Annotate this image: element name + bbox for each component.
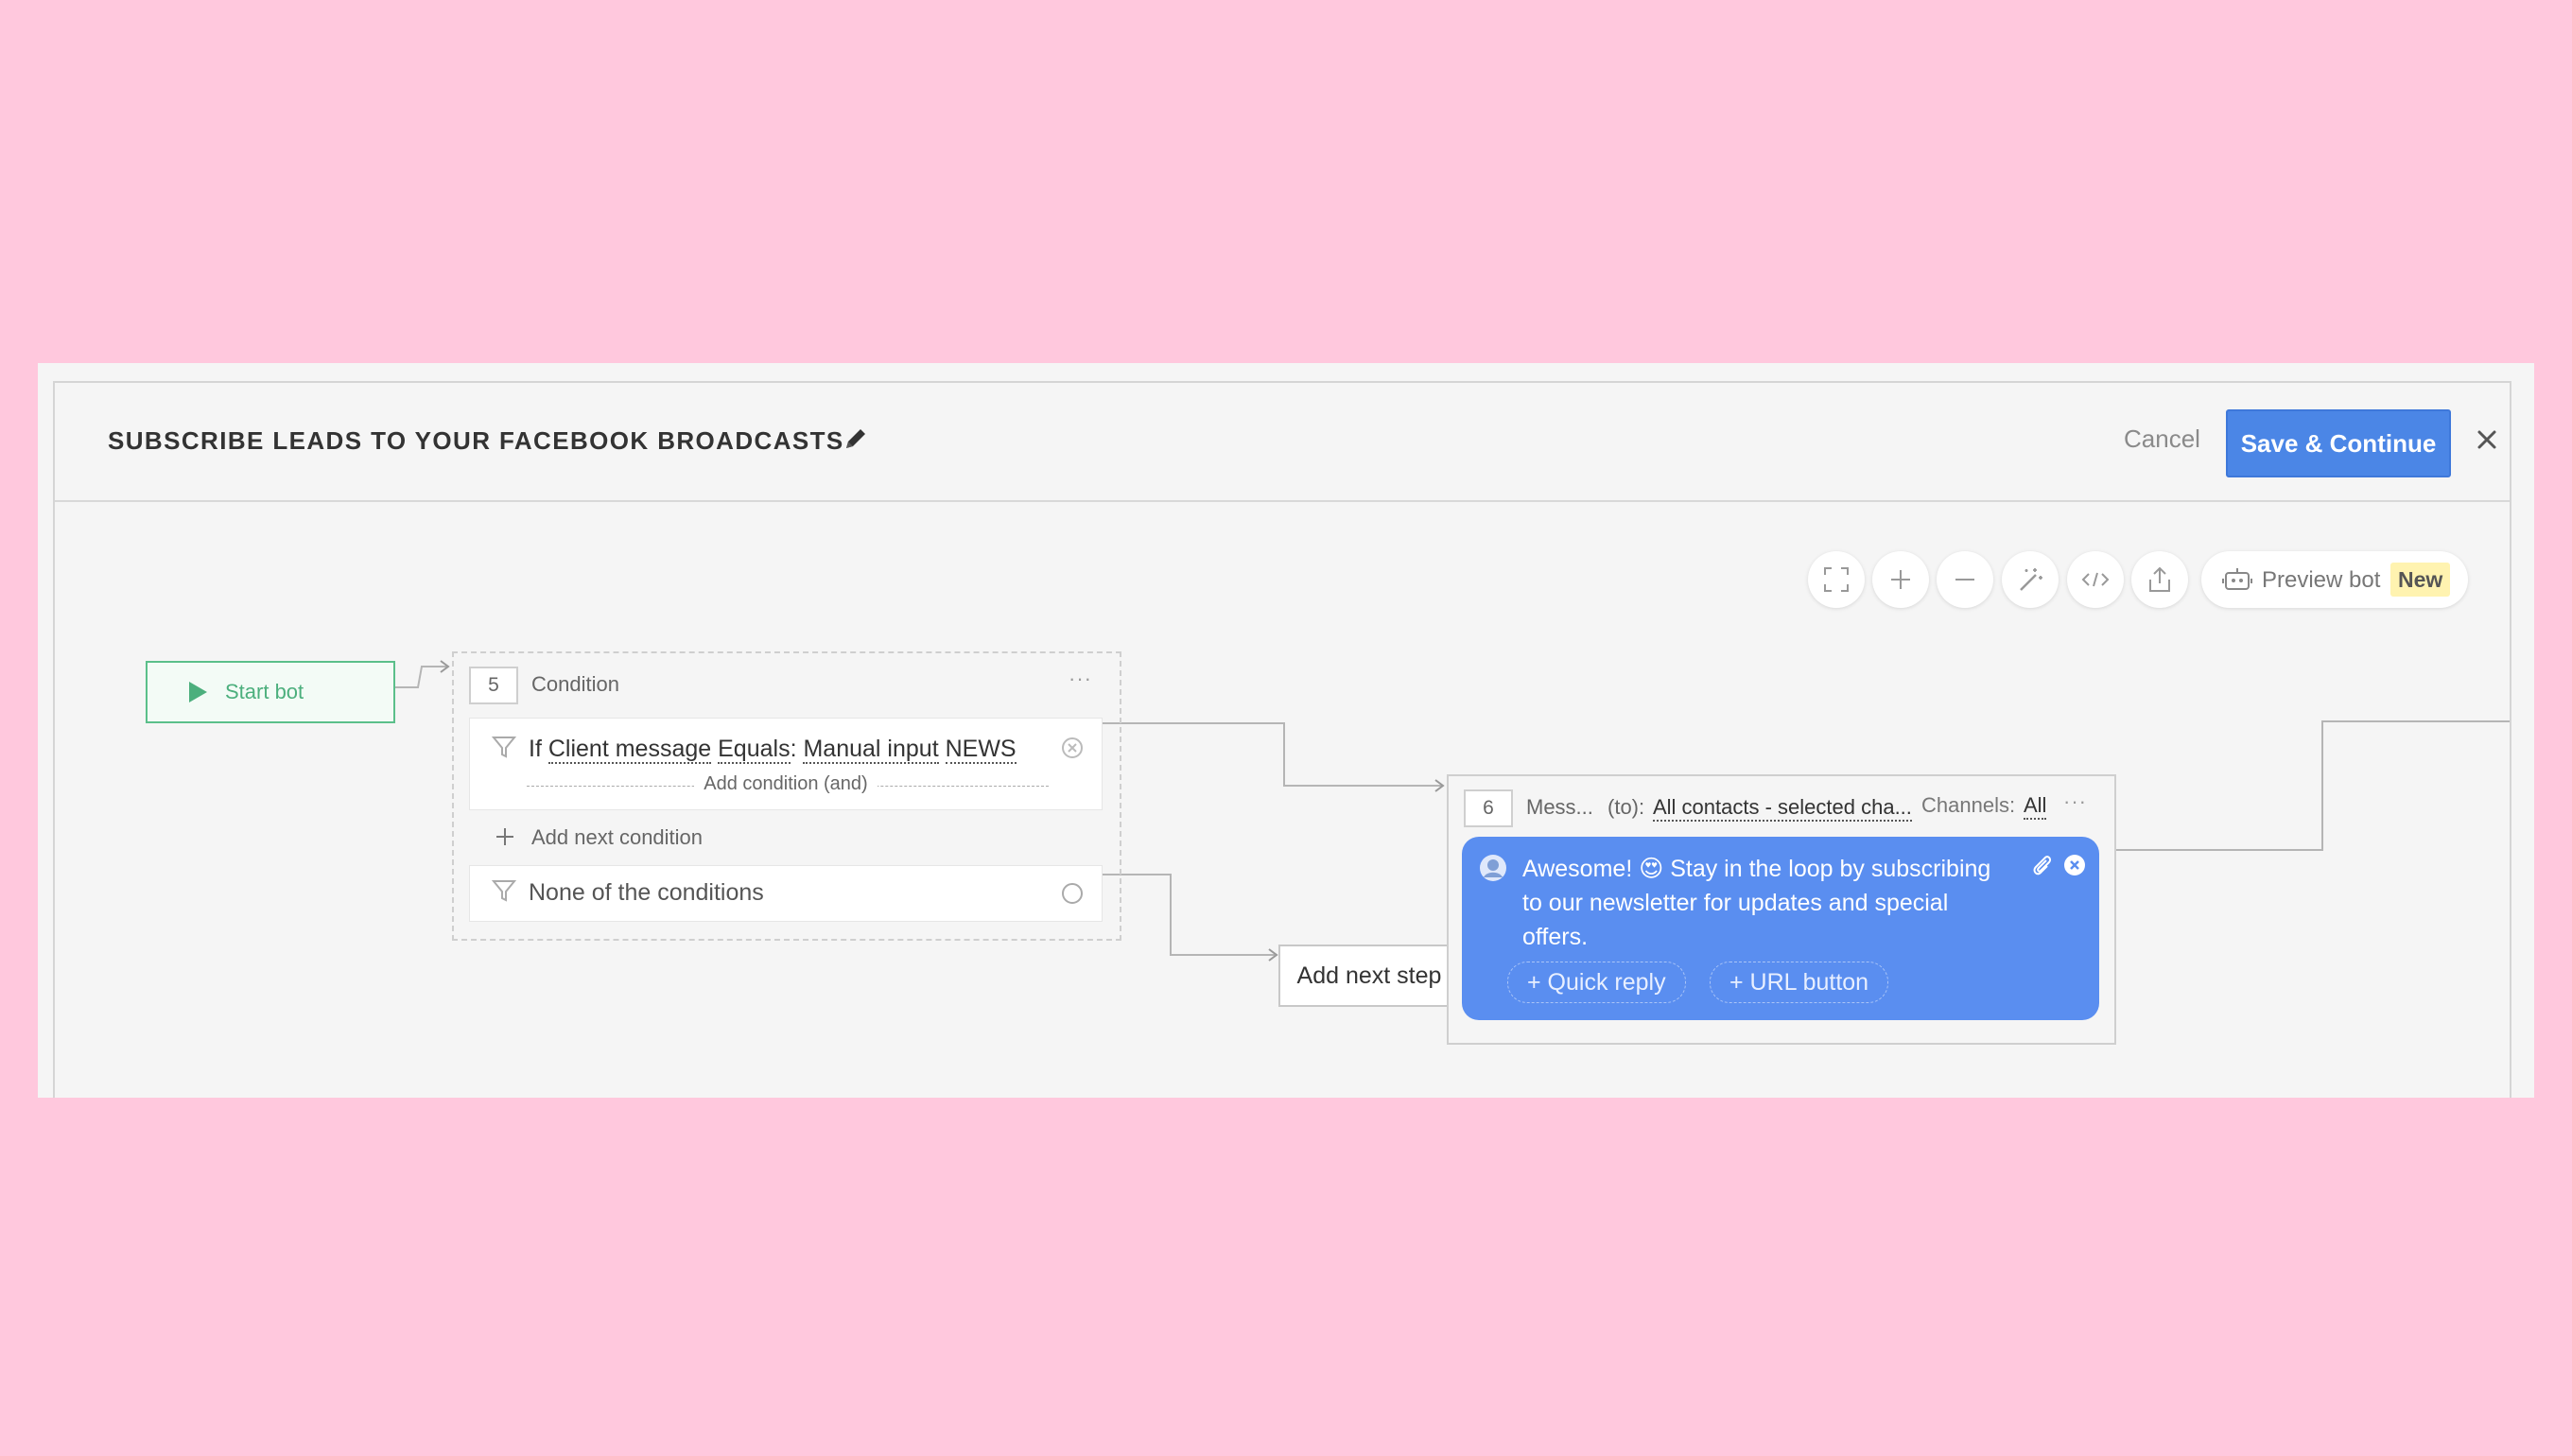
rule-prefix: If	[529, 736, 542, 762]
step-number: 6	[1464, 789, 1513, 827]
share-icon	[2149, 566, 2170, 592]
plus-icon	[496, 828, 513, 845]
auto-arrange-button[interactable]	[2002, 551, 2059, 608]
add-next-condition-link[interactable]: Add next condition	[531, 825, 703, 850]
remove-message-icon[interactable]	[2061, 852, 2088, 878]
quick-reply-button[interactable]: + Quick reply	[1507, 962, 1686, 1003]
preview-bot-label: Preview bot	[2262, 567, 2381, 593]
message-bubble[interactable]: Awesome! 😍 Stay in the loop by subscribi…	[1462, 837, 2099, 1020]
rule-operator[interactable]: Equals	[718, 736, 791, 764]
play-icon	[189, 682, 207, 702]
output-port-icon[interactable]	[1060, 881, 1085, 906]
remove-condition-icon[interactable]	[1060, 736, 1085, 760]
condition-rule[interactable]: If Client message Equals: Manual input N…	[529, 736, 1017, 764]
add-condition-and-link[interactable]: Add condition (and)	[694, 773, 878, 794]
message-title: Mess...	[1526, 795, 1593, 819]
fullscreen-button[interactable]	[1808, 551, 1865, 608]
recipients-label: (to):	[1608, 795, 1645, 819]
step-number: 5	[469, 667, 518, 704]
start-bot-node[interactable]: Start bot	[146, 661, 395, 723]
recipients-selector[interactable]: All contacts - selected cha...	[1653, 795, 1912, 822]
robot-icon	[2222, 568, 2252, 590]
zoom-out-icon	[1955, 579, 1974, 581]
editor-frame: SUBSCRIBE LEADS TO YOUR FACEBOOK BROADCA…	[53, 381, 2511, 1098]
preview-bot-button[interactable]: Preview bot New	[2201, 551, 2468, 608]
none-conditions-row[interactable]: None of the conditions	[469, 865, 1103, 922]
rule-field[interactable]: Client message	[547, 736, 712, 764]
message-text[interactable]: Awesome! 😍 Stay in the loop by subscribi…	[1522, 852, 1995, 954]
share-button[interactable]	[2131, 551, 2188, 608]
new-badge: New	[2390, 563, 2451, 597]
start-bot-label: Start bot	[225, 680, 304, 703]
fullscreen-icon	[1824, 567, 1849, 592]
add-next-step-button[interactable]: Add next step	[1278, 945, 1460, 1007]
code-button[interactable]	[2067, 551, 2124, 608]
zoom-in-button[interactable]	[1872, 551, 1929, 608]
condition-title: Condition	[531, 672, 619, 696]
bot-avatar-icon	[1480, 855, 1506, 881]
message-node[interactable]: 6 Mess... (to): All contacts - selected …	[1447, 774, 2116, 1045]
channels-label: Channels:	[1921, 793, 2016, 817]
condition-node[interactable]: 5 Condition ··· If Client message Equals…	[452, 651, 1121, 941]
none-conditions-label: None of the conditions	[529, 879, 764, 906]
attachment-icon[interactable]	[2029, 852, 2054, 878]
zoom-in-icon	[1891, 570, 1910, 589]
more-options-icon[interactable]: ···	[2063, 789, 2087, 814]
filter-icon	[491, 737, 517, 758]
bot-builder-window: SUBSCRIBE LEADS TO YOUR FACEBOOK BROADCA…	[38, 363, 2534, 1098]
url-button[interactable]: + URL button	[1710, 962, 1889, 1003]
condition-rule-row[interactable]: If Client message Equals: Manual input N…	[469, 718, 1103, 810]
magic-wand-icon	[2020, 568, 2042, 591]
channels-selector[interactable]: All	[2024, 793, 2047, 820]
zoom-out-button[interactable]	[1937, 551, 1993, 608]
rule-value[interactable]: NEWS	[945, 736, 1017, 764]
rule-source[interactable]: Manual input	[803, 736, 939, 764]
filter-icon	[491, 880, 517, 902]
code-icon	[2081, 572, 2110, 587]
more-options-icon[interactable]: ···	[1069, 667, 1092, 691]
